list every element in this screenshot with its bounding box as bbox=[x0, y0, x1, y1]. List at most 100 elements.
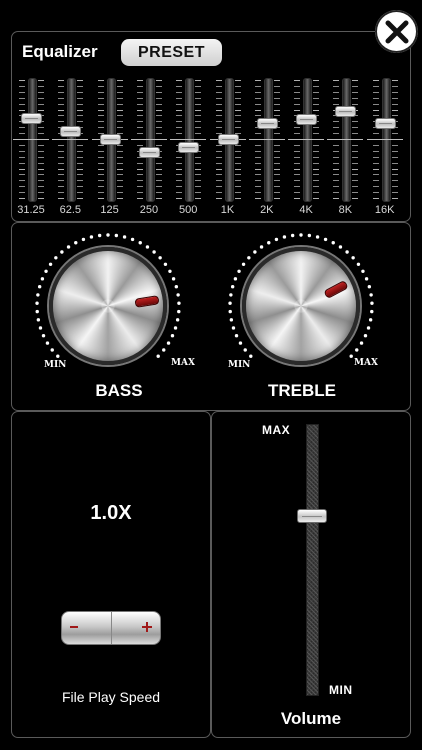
treble-level-dot bbox=[367, 285, 372, 289]
eq-band-1[interactable]: 62.5 bbox=[50, 76, 90, 216]
bass-level-dot bbox=[97, 233, 102, 238]
eq-band-thumb[interactable] bbox=[217, 133, 239, 145]
bass-level-dot bbox=[48, 262, 53, 266]
eq-band-center-line bbox=[327, 139, 364, 140]
eq-band-3[interactable]: 250 bbox=[129, 76, 169, 216]
eq-band-track[interactable] bbox=[342, 78, 352, 202]
bass-level-dot bbox=[173, 326, 178, 330]
eq-band-thumb[interactable] bbox=[178, 141, 200, 153]
treble-level-dot bbox=[323, 237, 328, 242]
volume-slider-thumb[interactable] bbox=[297, 509, 327, 524]
eq-band-thumb[interactable] bbox=[99, 133, 121, 145]
treble-level-dot bbox=[338, 245, 343, 249]
eq-band-7[interactable]: 4K bbox=[286, 76, 326, 216]
bass-level-dot bbox=[74, 241, 78, 245]
bass-level-dot bbox=[56, 354, 60, 358]
bass-level-dot bbox=[177, 301, 181, 305]
eq-band-track[interactable] bbox=[263, 78, 273, 202]
bass-level-dot bbox=[122, 235, 127, 239]
treble-level-dot bbox=[228, 309, 232, 314]
speed-increase-button[interactable] bbox=[110, 612, 161, 644]
treble-level-dot bbox=[359, 341, 364, 345]
treble-level-dot bbox=[356, 262, 361, 266]
volume-slider-track[interactable] bbox=[306, 424, 319, 696]
bass-knob-marker bbox=[133, 294, 160, 308]
equalizer-title: Equalizer bbox=[22, 42, 98, 61]
treble-knob-marker bbox=[322, 279, 349, 299]
treble-level-dot bbox=[247, 256, 251, 260]
bass-level-dot bbox=[106, 233, 110, 237]
eq-band-center-line bbox=[170, 139, 207, 140]
eq-band-track[interactable] bbox=[381, 78, 391, 202]
eq-band-center-line bbox=[288, 139, 325, 140]
treble-level-dot bbox=[363, 334, 368, 338]
treble-level-dot bbox=[230, 285, 235, 289]
eq-band-thumb[interactable] bbox=[138, 146, 160, 158]
treble-max-label: MAX bbox=[354, 358, 378, 368]
speed-value: 1.0X bbox=[90, 502, 132, 524]
eq-band-track[interactable] bbox=[67, 78, 77, 202]
bass-level-dot bbox=[40, 277, 45, 281]
eq-band-thumb[interactable] bbox=[374, 118, 396, 130]
bass-level-dot bbox=[45, 341, 50, 345]
treble-level-dot bbox=[349, 354, 353, 358]
treble-level-dot bbox=[238, 341, 243, 345]
treble-level-dot bbox=[331, 241, 335, 245]
treble-level-dot bbox=[370, 309, 374, 314]
treble-level-dot bbox=[369, 293, 373, 297]
bass-level-dot bbox=[54, 256, 58, 260]
eq-band-track[interactable] bbox=[28, 78, 37, 202]
bass-level-dot bbox=[145, 245, 150, 249]
eq-band-center-line bbox=[248, 139, 285, 140]
eq-band-track[interactable] bbox=[185, 78, 195, 202]
bass-level-dot bbox=[89, 235, 94, 239]
eq-band-0[interactable]: 31.25 bbox=[11, 76, 51, 216]
treble-level-dot bbox=[370, 301, 374, 305]
bass-level-dot bbox=[44, 269, 48, 274]
treble-level-dot bbox=[249, 354, 253, 358]
speed-decrease-button[interactable] bbox=[62, 612, 111, 644]
treble-level-dot bbox=[267, 241, 271, 245]
eq-band-track[interactable] bbox=[145, 78, 155, 202]
treble-level-dot bbox=[233, 277, 238, 281]
treble-level-dot bbox=[315, 235, 320, 239]
bass-level-dot bbox=[152, 250, 156, 254]
bass-level-dot bbox=[38, 326, 43, 330]
bass-level-dot bbox=[176, 293, 180, 297]
treble-level-dot bbox=[307, 233, 312, 238]
treble-level-dot bbox=[345, 250, 349, 254]
bass-level-dot bbox=[60, 250, 64, 254]
bass-level-dot bbox=[156, 354, 160, 358]
eq-band-2[interactable]: 125 bbox=[90, 76, 130, 216]
bass-knob[interactable] bbox=[49, 247, 167, 365]
eq-band-thumb[interactable] bbox=[60, 125, 82, 137]
eq-band-thumb[interactable] bbox=[296, 114, 318, 126]
eq-band-center-line bbox=[13, 139, 49, 140]
bass-level-dot bbox=[37, 285, 42, 289]
eq-band-5[interactable]: 1K bbox=[208, 76, 248, 216]
treble-level-dot bbox=[228, 301, 232, 305]
plus-icon bbox=[142, 622, 152, 632]
bass-level-dot bbox=[36, 293, 40, 297]
eq-band-6[interactable]: 2K bbox=[247, 76, 287, 216]
eq-band-thumb[interactable] bbox=[21, 113, 42, 125]
bass-level-dot bbox=[175, 318, 180, 322]
eq-band-9[interactable]: 16K bbox=[365, 76, 405, 216]
treble-level-dot bbox=[237, 269, 241, 274]
bass-min-label: MIN bbox=[44, 360, 67, 370]
eq-band-4[interactable]: 500 bbox=[168, 76, 208, 216]
treble-level-dot bbox=[366, 326, 371, 330]
speed-stepper[interactable] bbox=[61, 611, 161, 645]
preset-button[interactable]: PRESET bbox=[121, 39, 222, 66]
eq-band-8[interactable]: 8K bbox=[325, 76, 365, 216]
close-button[interactable] bbox=[375, 10, 418, 53]
treble-level-dot bbox=[229, 293, 233, 297]
treble-knob[interactable] bbox=[242, 247, 360, 365]
treble-level-dot bbox=[290, 233, 295, 238]
treble-level-dot bbox=[282, 235, 287, 239]
bass-level-dot bbox=[35, 309, 39, 314]
eq-band-thumb[interactable] bbox=[335, 105, 357, 117]
bass-level-dot bbox=[36, 318, 41, 322]
eq-band-track[interactable] bbox=[303, 78, 313, 202]
eq-band-thumb[interactable] bbox=[256, 118, 278, 130]
